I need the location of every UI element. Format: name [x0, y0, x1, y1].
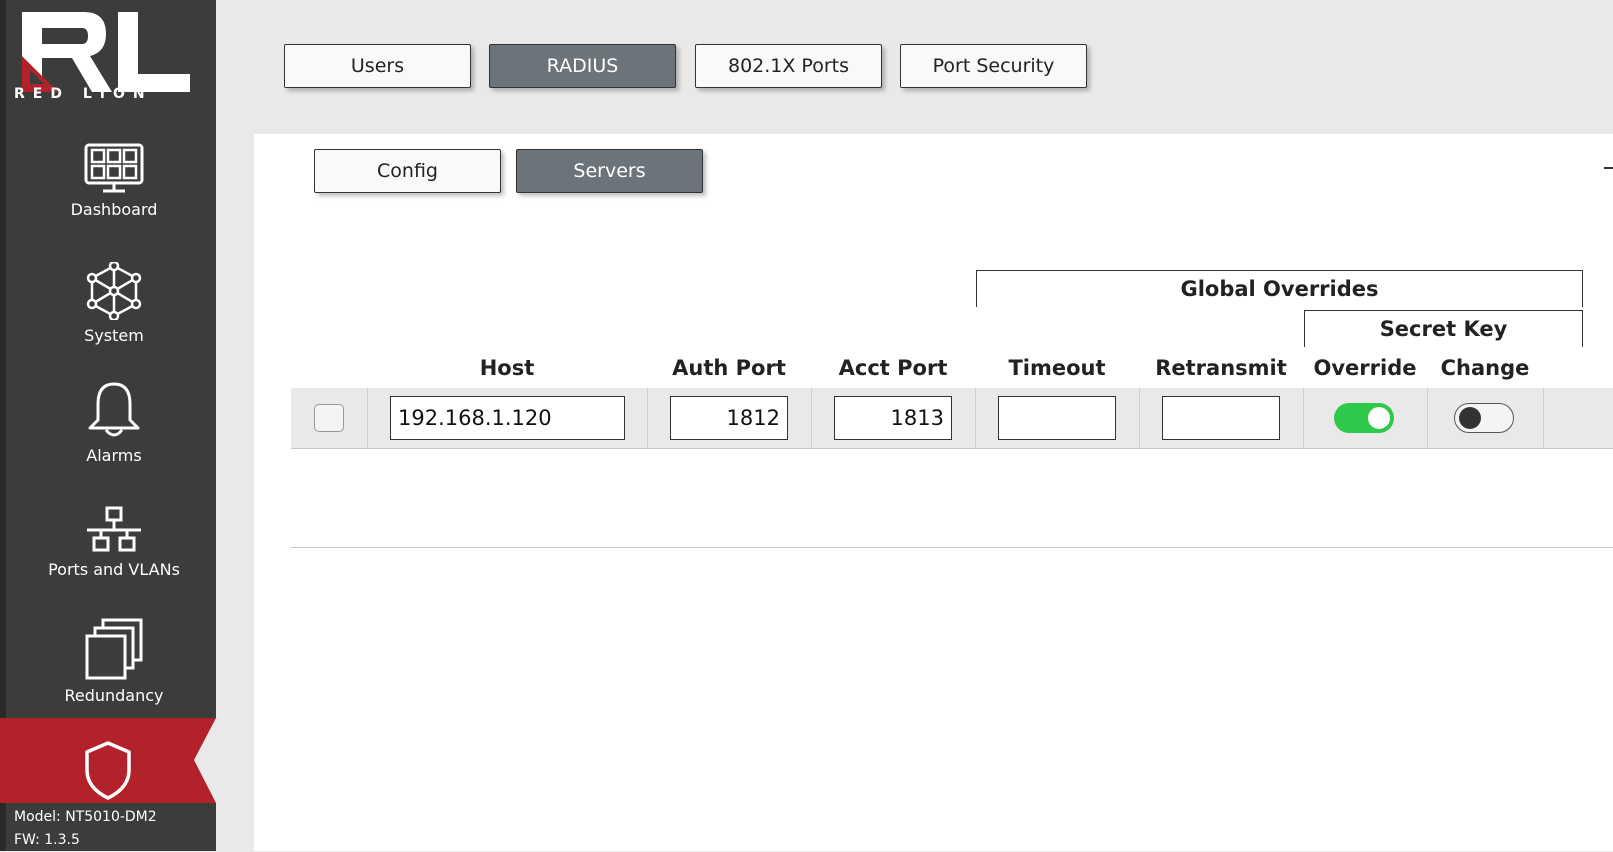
- subtab-config[interactable]: Config: [314, 149, 501, 193]
- sidebar-item-label: Alarms: [86, 446, 142, 465]
- column-separator: [1543, 388, 1544, 448]
- system-network-icon: [86, 262, 142, 320]
- active-notch: [194, 718, 216, 803]
- table-divider: [291, 547, 1613, 548]
- override-toggle[interactable]: [1334, 403, 1394, 433]
- change-toggle[interactable]: [1454, 403, 1514, 433]
- col-header-acct-port: Acct Port: [838, 356, 948, 380]
- retransmit-input[interactable]: [1162, 396, 1280, 440]
- sidebar-item-alarms[interactable]: Alarms: [12, 380, 216, 465]
- sidebar-item-label: Redundancy: [64, 686, 164, 705]
- column-separator: [811, 388, 812, 448]
- row-select-checkbox[interactable]: [314, 404, 344, 432]
- tab-8021x-ports[interactable]: 802.1X Ports: [695, 44, 882, 88]
- column-separator: [367, 388, 368, 448]
- auth-port-input[interactable]: 1812: [670, 396, 788, 440]
- device-info: Model: NT5010-DM2 FW: 1.3.5: [14, 806, 157, 852]
- sidebar-item-security[interactable]: [0, 718, 216, 803]
- sidebar-item-label: System: [84, 326, 144, 345]
- tab-users[interactable]: Users: [284, 44, 471, 88]
- col-header-timeout: Timeout: [1008, 356, 1106, 380]
- col-header-host: Host: [479, 356, 535, 380]
- redundancy-icon: [85, 618, 143, 680]
- column-separator: [975, 388, 976, 448]
- bell-icon: [88, 382, 140, 437]
- column-separator: [1427, 388, 1428, 448]
- sidebar-item-label: Dashboard: [70, 200, 158, 219]
- subtab-servers[interactable]: Servers: [516, 149, 703, 193]
- model-text: Model: NT5010-DM2: [14, 809, 157, 825]
- tab-radius[interactable]: RADIUS: [489, 44, 676, 88]
- sidebar-item-ports-and-vlans[interactable]: Ports and VLANs: [12, 506, 216, 579]
- col-header-override: Override: [1313, 356, 1417, 380]
- toggle-knob: [1459, 407, 1481, 429]
- col-header-retransmit: Retransmit: [1155, 356, 1287, 380]
- toggle-knob: [1368, 407, 1390, 429]
- ports-vlan-icon: [87, 506, 141, 552]
- dashboard-icon: [84, 143, 144, 193]
- brand-text: RED LION: [14, 86, 153, 102]
- sidebar-item-label: Ports and VLANs: [48, 560, 180, 579]
- col-header-change: Change: [1440, 356, 1530, 380]
- firmware-text: FW: 1.3.5: [14, 832, 80, 848]
- column-separator: [1303, 388, 1304, 448]
- host-input[interactable]: 192.168.1.120: [390, 396, 625, 440]
- shield-icon: [85, 741, 131, 800]
- sidebar-item-dashboard[interactable]: Dashboard: [12, 142, 216, 219]
- sidebar-item-system[interactable]: System: [12, 262, 216, 345]
- tab-port-security[interactable]: Port Security: [900, 44, 1087, 88]
- acct-port-input[interactable]: 1813: [834, 396, 952, 440]
- timeout-input[interactable]: [998, 396, 1116, 440]
- content-panel: [254, 134, 1613, 851]
- group-secret-key-label: Secret Key: [1379, 317, 1508, 341]
- panel-edge-mark: [1604, 167, 1613, 169]
- group-global-overrides-label: Global Overrides: [1180, 277, 1379, 301]
- col-header-auth-port: Auth Port: [672, 356, 786, 380]
- column-separator: [647, 388, 648, 448]
- column-separator: [1139, 388, 1140, 448]
- sidebar-item-redundancy[interactable]: Redundancy: [12, 618, 216, 705]
